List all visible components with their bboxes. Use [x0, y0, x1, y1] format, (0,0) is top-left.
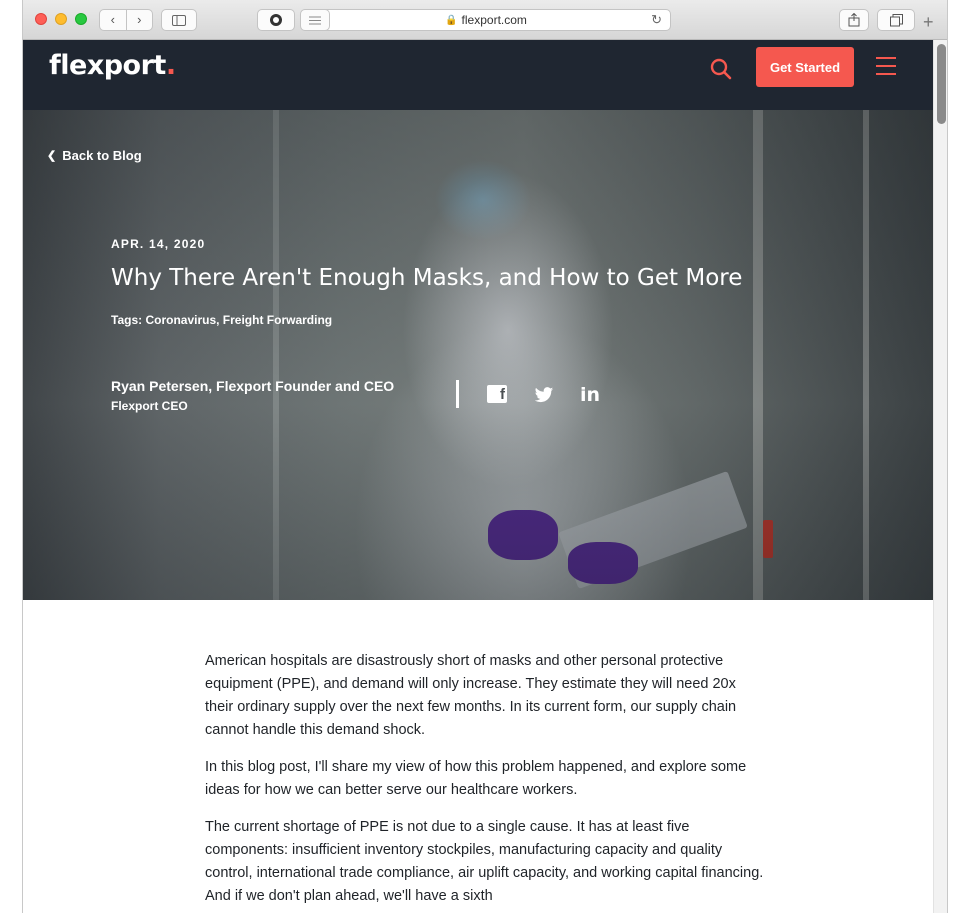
- zoom-window-button[interactable]: [75, 13, 87, 25]
- social-divider: [456, 380, 459, 408]
- share-button[interactable]: [839, 9, 869, 31]
- browser-window: ‹ › 🔒 flexport.com ↻ + flexport. Get Sta…: [22, 0, 948, 913]
- reader-button[interactable]: [300, 9, 330, 31]
- plus-icon[interactable]: +: [923, 12, 934, 33]
- author-name: Ryan Petersen, Flexport Founder and CEO: [111, 378, 395, 394]
- author-role: Flexport CEO: [111, 399, 188, 413]
- scrollbar-thumb[interactable]: [937, 44, 946, 124]
- reader-icon: [309, 16, 321, 24]
- post-date: APR. 14, 2020: [111, 237, 206, 251]
- sidebar-icon: [172, 14, 186, 26]
- menu-line: [876, 65, 896, 67]
- get-started-button[interactable]: Get Started: [756, 47, 854, 87]
- back-link-label: Back to Blog: [62, 148, 142, 163]
- url-text: flexport.com: [461, 13, 527, 27]
- tabs-icon: [889, 13, 903, 26]
- search-icon[interactable]: [709, 57, 733, 81]
- page-scrollbar[interactable]: [933, 40, 947, 913]
- chevron-left-icon: ❮: [47, 150, 57, 162]
- post-tags[interactable]: Tags: Coronavirus, Freight Forwarding: [111, 313, 332, 327]
- twitter-bird-glyph: [534, 386, 554, 402]
- minimize-window-button[interactable]: [55, 13, 67, 25]
- privacy-shield-button[interactable]: [257, 9, 295, 31]
- back-icon[interactable]: ‹: [100, 10, 126, 30]
- article-paragraph: The current shortage of PPE is not due t…: [205, 819, 764, 904]
- history-nav: ‹ ›: [99, 9, 153, 31]
- sidebar-toggle-button[interactable]: [161, 9, 197, 31]
- forward-icon[interactable]: ›: [127, 10, 153, 30]
- show-tabs-button[interactable]: [877, 9, 915, 31]
- browser-toolbar: ‹ › 🔒 flexport.com ↻ +: [23, 0, 947, 40]
- article-paragraph: In this blog post, I'll share my view of…: [205, 759, 747, 798]
- site-header: flexport. Get Started: [23, 40, 933, 110]
- reload-icon[interactable]: ↻: [651, 12, 662, 28]
- twitter-icon[interactable]: [533, 385, 555, 405]
- menu-line: [876, 73, 896, 75]
- address-bar[interactable]: 🔒 flexport.com ↻: [300, 9, 671, 31]
- flexport-logo[interactable]: flexport.: [49, 50, 176, 81]
- menu-line: [876, 57, 896, 59]
- close-window-button[interactable]: [35, 13, 47, 25]
- facebook-icon[interactable]: f: [487, 385, 507, 403]
- linkedin-icon[interactable]: in: [578, 384, 602, 406]
- hero-overlay: [23, 110, 933, 600]
- hamburger-menu-icon[interactable]: [876, 57, 896, 75]
- article-body: American hospitals are disastrously shor…: [205, 650, 765, 913]
- lock-icon: 🔒: [445, 14, 458, 26]
- back-to-blog-link[interactable]: ❮ Back to Blog: [47, 148, 142, 163]
- share-icon: [848, 13, 860, 27]
- article-paragraph: American hospitals are disastrously shor…: [205, 653, 737, 738]
- logo-text: flexport: [49, 50, 166, 81]
- shield-icon: [270, 14, 282, 26]
- hero-banner: ❮ Back to Blog APR. 14, 2020 Why There A…: [23, 110, 933, 600]
- post-title: Why There Aren't Enough Masks, and How t…: [111, 265, 743, 291]
- logo-dot: .: [165, 50, 176, 81]
